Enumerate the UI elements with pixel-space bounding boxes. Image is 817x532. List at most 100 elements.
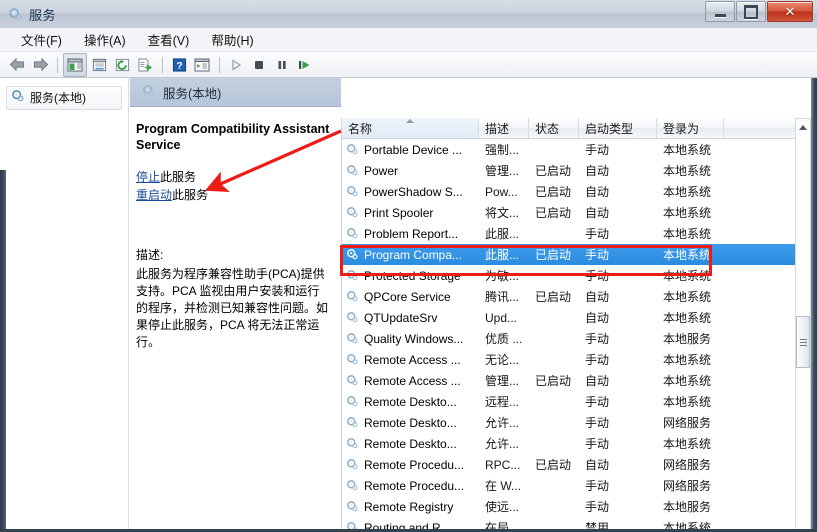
toolbar-restart[interactable] xyxy=(294,54,316,76)
column-header-status-label: 状态 xyxy=(535,121,560,136)
toolbar-stop[interactable] xyxy=(248,54,270,76)
cell-logon: 本地系统 xyxy=(663,395,712,409)
cell-status: 已启动 xyxy=(535,374,572,388)
table-row[interactable]: Remote Deskto... 允许... 手动 网络服务 xyxy=(342,412,797,433)
sidebar-item-label: 服务(本地) xyxy=(30,91,86,105)
column-header-name[interactable]: 名称 xyxy=(342,118,479,138)
restart-service-link[interactable]: 重启动 xyxy=(136,188,172,202)
menu-file[interactable]: 文件(F) xyxy=(10,28,73,51)
table-row[interactable]: QPCore Service 腾讯... 已启动 自动 本地系统 xyxy=(342,286,797,307)
minimize-button[interactable] xyxy=(705,1,735,22)
description-text: 此服务为程序兼容性助手(PCA)提供支持。PCA 监视由用户安装和运行的程序，并… xyxy=(136,267,329,349)
service-name-label: Power xyxy=(364,163,399,178)
cell-description: 管理... xyxy=(485,374,520,388)
export-list-icon xyxy=(138,58,153,71)
column-header-logon-as-label: 登录为 xyxy=(663,121,700,136)
cell-name: Remote Deskto... xyxy=(342,395,479,409)
toolbar-back[interactable] xyxy=(6,54,28,76)
sidebar-item-services-local[interactable]: 服务(本地) xyxy=(6,86,122,110)
toolbar-start[interactable] xyxy=(225,54,247,76)
cell-description: 此服... xyxy=(485,227,520,241)
cell-name: Problem Report... xyxy=(342,227,479,241)
service-name-label: Print Spooler xyxy=(364,205,434,220)
cell-description: RPC... xyxy=(485,457,521,472)
service-name-label: PowerShadow S... xyxy=(364,184,463,199)
table-row[interactable]: PowerShadow S... Pow... 已启动 自动 本地系统 xyxy=(342,181,797,202)
toolbar-separator-1 xyxy=(57,56,58,73)
service-gear-icon xyxy=(346,500,359,513)
service-name-label: Remote Deskto... xyxy=(364,394,457,409)
table-row[interactable]: Remote Procedu... RPC... 已启动 自动 网络服务 xyxy=(342,454,797,475)
table-row[interactable]: Remote Deskto... 远程... 手动 本地系统 xyxy=(342,391,797,412)
cell-description: 允许... xyxy=(485,437,520,451)
cell-name: Print Spooler xyxy=(342,206,479,220)
column-header-status[interactable]: 状态 xyxy=(529,118,579,138)
toolbar-help[interactable]: ? xyxy=(168,54,190,76)
toolbar-export[interactable] xyxy=(134,54,156,76)
service-gear-icon xyxy=(346,479,359,492)
menu-view[interactable]: 查看(V) xyxy=(137,28,201,51)
cell-startup: 手动 xyxy=(585,395,610,409)
table-row[interactable]: Problem Report... 此服... 手动 本地系统 xyxy=(342,223,797,244)
window-left-edge xyxy=(0,170,6,532)
table-row[interactable]: Remote Procedu... 在 W... 手动 网络服务 xyxy=(342,475,797,496)
toolbar-refresh[interactable] xyxy=(111,54,133,76)
cell-description: 强制... xyxy=(485,143,520,157)
column-header-description[interactable]: 描述 xyxy=(479,118,529,138)
toolbar-show-tree[interactable] xyxy=(63,52,87,77)
cell-name: QTUpdateSrv xyxy=(342,311,479,325)
cell-logon: 本地系统 xyxy=(663,437,712,451)
toolbar-properties[interactable] xyxy=(88,54,110,76)
service-detail-title: Program Compatibility Assistant Service xyxy=(136,122,330,152)
show-hide-tree-icon xyxy=(67,58,83,71)
cell-startup: 自动 xyxy=(585,206,610,220)
service-name-label: Portable Device ... xyxy=(364,142,463,157)
scroll-up-button[interactable] xyxy=(796,119,810,135)
console-tree-pane: 服务(本地) xyxy=(0,78,129,532)
cell-description: 使远... xyxy=(485,500,520,514)
stop-service-link-row: 停止此服务 xyxy=(136,168,330,186)
toolbar-new-window[interactable] xyxy=(191,54,213,76)
stop-service-icon xyxy=(255,60,263,69)
maximize-button[interactable] xyxy=(736,1,766,22)
cell-startup: 自动 xyxy=(585,164,610,178)
table-row[interactable]: QTUpdateSrv Upd... 自动 本地系统 xyxy=(342,307,797,328)
service-gear-icon xyxy=(346,311,359,324)
table-row[interactable]: Quality Windows... 优质 ... 手动 本地服务 xyxy=(342,328,797,349)
toolbar-forward[interactable] xyxy=(29,54,51,76)
column-header-spacer xyxy=(724,118,796,138)
cell-logon: 本地系统 xyxy=(663,164,712,178)
table-row[interactable]: Portable Device ... 强制... 手动 本地系统 xyxy=(342,139,797,160)
cell-name: Remote Procedu... xyxy=(342,458,479,472)
service-name-label: Remote Deskto... xyxy=(364,415,457,430)
cell-startup: 自动 xyxy=(585,458,610,472)
table-row[interactable]: Remote Registry 使远... 手动 本地服务 xyxy=(342,496,797,517)
cell-name: PowerShadow S... xyxy=(342,185,479,199)
cell-description: 远程... xyxy=(485,395,520,409)
service-gear-icon xyxy=(346,206,359,219)
stop-service-link[interactable]: 停止 xyxy=(136,170,160,184)
vertical-scrollbar[interactable] xyxy=(795,118,811,532)
column-header-logon-as[interactable]: 登录为 xyxy=(657,118,724,138)
cell-startup: 手动 xyxy=(585,332,610,346)
cell-description: 在 W... xyxy=(485,479,522,493)
table-row[interactable]: Print Spooler 将文... 已启动 自动 本地系统 xyxy=(342,202,797,223)
svg-text:?: ? xyxy=(176,60,182,71)
title-bar: 服务 ✕ xyxy=(0,0,817,29)
column-header-startup-type[interactable]: 启动类型 xyxy=(579,118,657,138)
menu-action[interactable]: 操作(A) xyxy=(73,28,137,51)
scrollbar-thumb[interactable] xyxy=(796,316,810,368)
table-row[interactable]: Power 管理... 已启动 自动 本地系统 xyxy=(342,160,797,181)
scrollbar-grip-icon xyxy=(799,338,807,346)
table-row[interactable]: Remote Access ... 无论... 手动 本地系统 xyxy=(342,349,797,370)
toolbar-pause[interactable] xyxy=(271,54,293,76)
cell-status: 已启动 xyxy=(535,164,572,178)
menu-help[interactable]: 帮助(H) xyxy=(200,28,264,51)
services-window: 服务 ✕ 文件(F) 操作(A) 查看(V) 帮助(H) ? 服务(本地) 服务… xyxy=(0,0,817,532)
toolbar-separator-2 xyxy=(162,56,163,73)
close-button[interactable]: ✕ xyxy=(767,1,813,22)
window-body: 服务(本地) 服务(本地) Program Compatibility Assi… xyxy=(0,78,817,532)
cell-logon: 本地服务 xyxy=(663,332,712,346)
table-row[interactable]: Remote Deskto... 允许... 手动 本地系统 xyxy=(342,433,797,454)
table-row[interactable]: Remote Access ... 管理... 已启动 自动 本地系统 xyxy=(342,370,797,391)
